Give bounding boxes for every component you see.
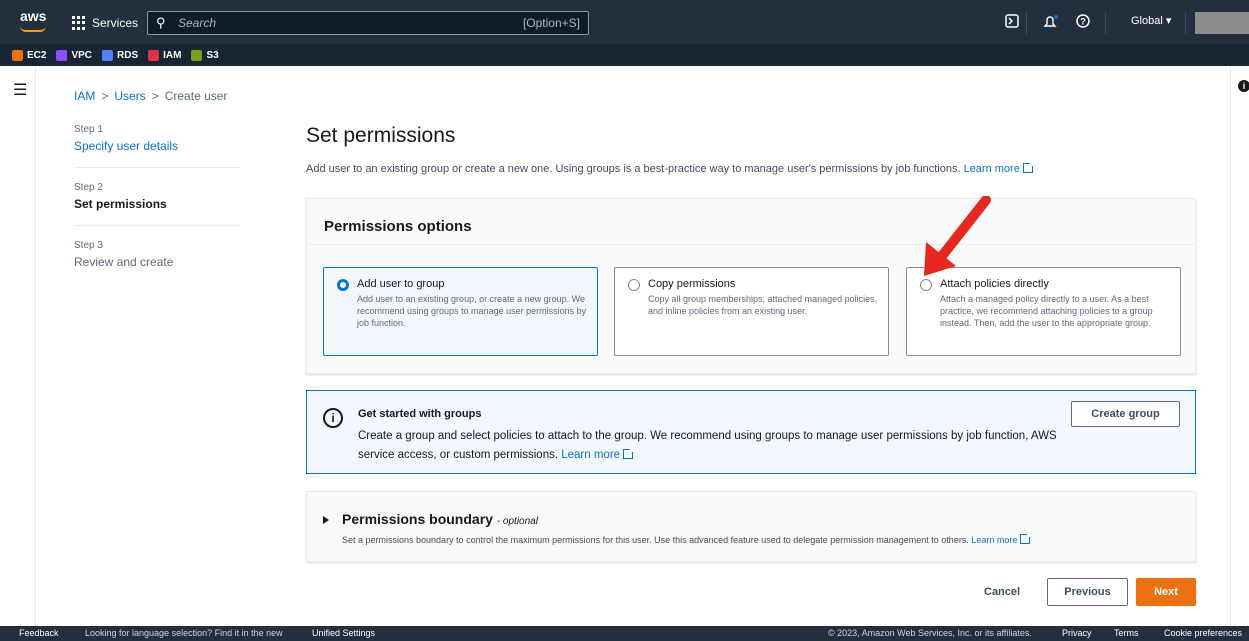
step-3-label: Review and create xyxy=(74,255,174,269)
svg-text:?: ? xyxy=(1080,17,1086,27)
copyright-text: © 2023, Amazon Web Services, Inc. or its… xyxy=(828,628,1032,638)
console-footer: Feedback Looking for language selection?… xyxy=(0,626,1249,641)
boundary-description-text: Set a permissions boundary to control th… xyxy=(342,535,969,545)
breadcrumb-current: Create user xyxy=(164,89,228,103)
boundary-description: Set a permissions boundary to control th… xyxy=(342,532,1033,545)
fav-label: S3 xyxy=(206,49,219,61)
cancel-button[interactable]: Cancel xyxy=(984,586,1020,598)
annotation-arrow-icon xyxy=(924,196,991,276)
fav-label: IAM xyxy=(163,49,182,61)
favorite-vpc[interactable]: VPC xyxy=(56,49,93,61)
region-selector[interactable]: Global ▾ xyxy=(1131,14,1171,27)
ec2-icon xyxy=(12,49,23,61)
groups-info-text: Create a group and select policies to at… xyxy=(358,430,1057,461)
search-icon: ⚲ xyxy=(156,15,166,30)
external-link-icon xyxy=(1020,532,1033,544)
permissions-options-title: Permissions options xyxy=(324,218,472,235)
learn-more-link[interactable]: Learn more xyxy=(964,163,1020,175)
breadcrumb: IAM > Users > Create user xyxy=(74,89,227,103)
aws-logo-text: aws xyxy=(20,8,47,24)
top-nav-bar: aws Services ⚲ Search [Option+S] ? Globa… xyxy=(0,0,1249,44)
page-description: Add user to an existing group or create … xyxy=(306,161,1035,175)
optional-label: - optional xyxy=(496,516,538,527)
favorite-ec2[interactable]: EC2 xyxy=(12,49,47,61)
breadcrumb-separator: > xyxy=(151,89,159,103)
groups-info-title: Get started with groups xyxy=(358,408,482,420)
breadcrumb-users[interactable]: Users xyxy=(114,89,145,103)
account-menu[interactable] xyxy=(1195,12,1249,34)
step-3-number: Step 3 xyxy=(74,240,103,251)
permissions-boundary-panel: Permissions boundary - optional Set a pe… xyxy=(306,491,1196,562)
option-title: Add user to group xyxy=(357,278,445,290)
option-title: Copy permissions xyxy=(648,278,736,290)
feedback-link[interactable]: Feedback xyxy=(19,628,59,638)
option-description: Add user to an existing group, or create… xyxy=(357,294,587,328)
fav-label: VPC xyxy=(71,49,93,61)
search-placeholder: Search xyxy=(178,16,217,30)
aws-smile-icon xyxy=(20,26,46,32)
aws-logo[interactable]: aws xyxy=(20,8,54,36)
help-icon[interactable]: ? xyxy=(1075,14,1091,30)
fav-label: EC2 xyxy=(27,49,47,61)
option-copy-permissions[interactable]: Copy permissions Copy all group membersh… xyxy=(614,267,889,356)
hamburger-menu-icon[interactable]: ☰ xyxy=(13,80,27,100)
boundary-title: Permissions boundary xyxy=(342,511,493,527)
step-2-number: Step 2 xyxy=(74,182,103,193)
fav-label: RDS xyxy=(117,49,139,61)
step-1-link[interactable]: Specify user details xyxy=(74,139,240,153)
groups-info-description: Create a group and select policies to at… xyxy=(358,427,1078,465)
s3-icon xyxy=(191,49,203,61)
breadcrumb-separator: > xyxy=(101,89,109,103)
privacy-link[interactable]: Privacy xyxy=(1062,628,1092,638)
info-icon: i xyxy=(323,408,343,428)
services-label: Services xyxy=(92,16,139,30)
terms-link[interactable]: Terms xyxy=(1114,628,1139,638)
vpc-icon xyxy=(56,49,68,61)
permissions-options-panel: Permissions options Add user to group Ad… xyxy=(306,198,1196,374)
favorite-rds[interactable]: RDS xyxy=(102,49,139,61)
option-description: Copy all group memberships, attached man… xyxy=(648,294,878,316)
radio-copy-permissions[interactable] xyxy=(628,279,640,291)
right-rail-divider xyxy=(1230,66,1231,626)
external-link-icon xyxy=(623,447,636,459)
radio-add-user-to-group[interactable] xyxy=(337,279,349,291)
cloudshell-icon[interactable] xyxy=(1004,14,1020,30)
notifications-bell-icon[interactable] xyxy=(1042,14,1058,30)
info-panel-icon[interactable]: i xyxy=(1238,80,1249,92)
language-notice: Looking for language selection? Find it … xyxy=(85,628,283,638)
step-2-current: Set permissions xyxy=(74,197,167,211)
expand-caret-icon[interactable] xyxy=(323,516,329,524)
search-shortcut: [Option+S] xyxy=(522,16,580,30)
search-input[interactable]: ⚲ Search [Option+S] xyxy=(147,11,589,35)
boundary-learn-more-link[interactable]: Learn more xyxy=(971,535,1017,545)
step-1-number: Step 1 xyxy=(74,124,103,135)
next-button[interactable]: Next xyxy=(1136,578,1196,606)
previous-button[interactable]: Previous xyxy=(1047,578,1128,606)
option-description: Attach a managed policy directly to a us… xyxy=(940,294,1153,328)
favorites-bar: EC2 VPC RDS IAM S3 xyxy=(0,44,1249,66)
radio-attach-policies-directly[interactable] xyxy=(920,279,932,291)
left-rail-divider xyxy=(35,66,36,626)
cookie-preferences-link[interactable]: Cookie preferences xyxy=(1164,628,1242,638)
unified-settings-link[interactable]: Unified Settings xyxy=(312,628,375,638)
services-menu-button[interactable]: Services xyxy=(72,12,138,34)
favorite-s3[interactable]: S3 xyxy=(191,49,219,61)
wizard-steps: Step 1 Specify user details Step 2 Set p… xyxy=(74,124,240,269)
page-title: Set permissions xyxy=(306,124,456,147)
external-link-icon xyxy=(1022,161,1035,173)
rds-icon xyxy=(102,49,114,61)
breadcrumb-iam[interactable]: IAM xyxy=(74,89,95,103)
favorite-iam[interactable]: IAM xyxy=(148,49,182,61)
create-group-button[interactable]: Create group xyxy=(1071,401,1180,427)
grid-icon xyxy=(72,16,86,30)
permissions-boundary-toggle[interactable]: Permissions boundary - optional xyxy=(342,511,538,527)
option-attach-policies-directly[interactable]: Attach policies directly Attach a manage… xyxy=(906,267,1181,356)
groups-learn-more-link[interactable]: Learn more xyxy=(561,449,620,461)
iam-icon xyxy=(148,49,160,61)
page-description-text: Add user to an existing group or create … xyxy=(306,163,961,175)
option-add-user-to-group[interactable]: Add user to group Add user to an existin… xyxy=(323,267,598,356)
groups-info-alert: i Get started with groups Create a group… xyxy=(306,390,1196,474)
